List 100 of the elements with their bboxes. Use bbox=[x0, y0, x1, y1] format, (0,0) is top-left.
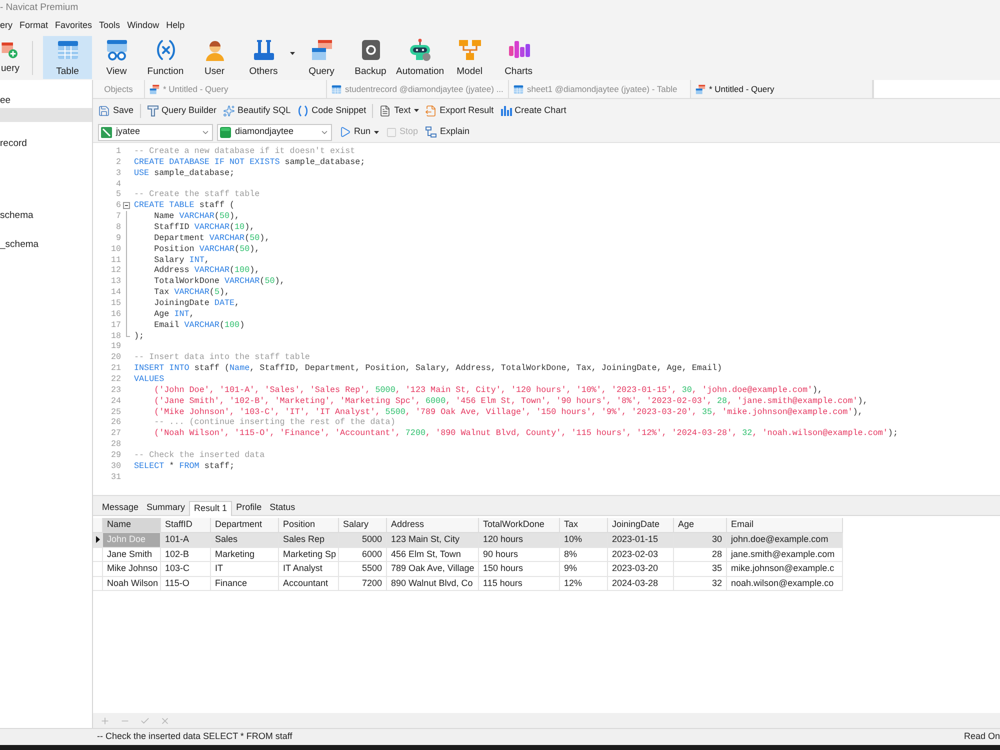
menu-item[interactable]: Help bbox=[166, 19, 185, 33]
result-tab[interactable]: Status bbox=[266, 500, 300, 515]
table-row[interactable]: Jane Smith 102-B Marketing Marketing Sp 6000 456 Elm St, Town 90 hours 8% 2023-02-03 28 jane.smith@example.com bbox=[93, 548, 843, 562]
line-number: 31 bbox=[110, 472, 121, 483]
code-line: CREATE TABLE staff ( bbox=[133, 200, 235, 212]
sidebar-item[interactable]: record bbox=[0, 137, 92, 151]
code-line: INSERT INTO staff (Name, StaffID, Department, Position, Salary, Address, TotalWorkDone, Tax, JoiningDate, Age, Email) bbox=[133, 363, 722, 374]
column-header[interactable]: Name bbox=[103, 518, 161, 533]
table-row[interactable]: Mike Johnso 103-C IT IT Analyst 5500 789 Oak Ave, Village 150 hours 9% 2023-03-20 35 mike.johnson@example.c bbox=[93, 562, 843, 576]
menu-item[interactable]: Tools bbox=[99, 19, 120, 33]
window-title: - Navicat Premium bbox=[0, 1, 78, 16]
query-icon bbox=[310, 38, 334, 62]
menu-item[interactable]: ery bbox=[0, 19, 13, 33]
table-cell: 12% bbox=[560, 576, 608, 591]
check-icon bbox=[140, 716, 150, 726]
user-button[interactable]: User bbox=[190, 36, 239, 79]
code-line: Position VARCHAR(50), bbox=[153, 244, 260, 255]
table-row[interactable]: John Doe 101-A Sales Sales Rep 5000 123 Main St, City 120 hours 10% 2023-01-15 30 john.doe@example.com bbox=[93, 533, 843, 548]
column-header[interactable]: StaffID bbox=[161, 518, 211, 533]
code-line: VALUES bbox=[133, 374, 164, 385]
line-number: 24 bbox=[110, 396, 121, 407]
automation-button[interactable]: Automation bbox=[395, 36, 446, 79]
code-line: Department VARCHAR(50), bbox=[153, 232, 270, 244]
menu-item[interactable]: Favorites bbox=[55, 19, 92, 33]
snippet-button[interactable]: Code Snippet bbox=[296, 104, 366, 118]
line-number: 13 bbox=[110, 276, 121, 288]
line-number: 8 bbox=[114, 222, 121, 233]
table-cell: 115-O bbox=[161, 576, 211, 591]
column-header[interactable]: Age bbox=[674, 518, 727, 533]
code-line: JoiningDate DATE, bbox=[153, 298, 240, 309]
backup-button[interactable]: Backup bbox=[346, 36, 395, 79]
text-button[interactable]: Text bbox=[379, 104, 419, 118]
model-button[interactable]: Model bbox=[445, 36, 494, 79]
query-builder-button[interactable]: Query Builder bbox=[146, 104, 217, 118]
run-button[interactable]: Run bbox=[339, 125, 379, 139]
stop-icon bbox=[386, 126, 397, 138]
query-button[interactable]: Query bbox=[297, 36, 346, 79]
caret-icon[interactable] bbox=[414, 109, 419, 112]
line-number: 16 bbox=[110, 308, 121, 320]
table-button[interactable]: Table bbox=[43, 36, 92, 79]
sidebar-item[interactable] bbox=[0, 108, 92, 122]
line-number: 18 bbox=[110, 330, 121, 342]
result-tab[interactable]: Message bbox=[98, 500, 143, 515]
table-cell: noah.wilson@example.co bbox=[727, 576, 843, 591]
code-line: Tax VARCHAR(5), bbox=[153, 287, 230, 298]
column-header[interactable]: Email bbox=[727, 518, 843, 533]
function-button[interactable]: Function bbox=[141, 36, 190, 79]
connection-select[interactable]: jyatee bbox=[98, 124, 213, 140]
line-number: 25 bbox=[110, 406, 121, 418]
line-number: 9 bbox=[114, 232, 121, 244]
result-tab[interactable]: Summary bbox=[142, 500, 190, 515]
database-select[interactable]: diamondjaytee bbox=[217, 124, 332, 140]
column-header[interactable]: Position bbox=[279, 518, 339, 533]
column-header[interactable]: Salary bbox=[339, 518, 387, 533]
sidebar-item[interactable]: schema bbox=[0, 209, 92, 223]
status-message: -- Check the inserted data SELECT * FROM staff bbox=[97, 730, 292, 744]
code-line: ('John Doe', '101-A', 'Sales', 'Sales Rep', 5000, '123 Main St, City', '120 hours', '10%', '2023-01-15', 30, 'john.doe@example.com'), bbox=[153, 384, 823, 396]
code-line: -- Insert data into the staff table bbox=[133, 352, 310, 364]
column-header[interactable]: Address bbox=[387, 518, 479, 533]
fold-toggle-icon[interactable] bbox=[122, 202, 130, 210]
table-cell: 2024-03-28 bbox=[608, 576, 674, 591]
table-icon bbox=[513, 84, 524, 94]
code-line: SELECT * FROM staff; bbox=[133, 460, 235, 472]
sparkle-icon bbox=[222, 104, 235, 116]
document-tab[interactable]: * Untitled - Query bbox=[691, 80, 873, 98]
menu-item[interactable]: Format bbox=[20, 19, 48, 33]
charts-button[interactable]: Charts bbox=[494, 36, 544, 79]
sidebar-item[interactable]: _schema bbox=[0, 238, 92, 252]
menu-item[interactable]: Window bbox=[127, 19, 160, 33]
new-query-button[interactable]: uery bbox=[0, 36, 22, 79]
line-number: 10 bbox=[110, 244, 121, 255]
search-field[interactable] bbox=[873, 80, 1000, 98]
table-cell: Accountant bbox=[279, 576, 339, 591]
code-line: -- Check the inserted data bbox=[133, 450, 265, 461]
explain-button[interactable]: Explain bbox=[425, 125, 470, 139]
line-number: 11 bbox=[110, 254, 121, 266]
table-cell: John Doe bbox=[103, 533, 161, 548]
caret-icon[interactable] bbox=[374, 130, 379, 134]
code-line: -- Create the staff table bbox=[133, 189, 260, 200]
column-header[interactable]: Department bbox=[211, 518, 279, 533]
close-icon bbox=[160, 716, 170, 726]
result-tab[interactable]: Profile bbox=[232, 500, 266, 515]
line-number: 15 bbox=[110, 298, 121, 309]
table-icon bbox=[331, 84, 342, 94]
sidebar-item[interactable]: ee bbox=[0, 94, 92, 108]
view-button[interactable]: View bbox=[92, 36, 141, 79]
column-header[interactable]: Tax bbox=[560, 518, 608, 533]
column-header[interactable]: TotalWorkDone bbox=[479, 518, 560, 533]
line-number: 30 bbox=[110, 460, 121, 472]
chart-button[interactable]: Create Chart bbox=[500, 104, 566, 118]
others-button[interactable]: Others bbox=[239, 36, 288, 79]
caret-icon[interactable] bbox=[290, 52, 295, 55]
table-row[interactable]: Noah Wilson 115-O Finance Accountant 7200 890 Walnut Blvd, Co 115 hours 12% 2024-03-28 32 noah.wilson@example.co bbox=[93, 576, 843, 591]
line-number: 17 bbox=[110, 320, 121, 331]
export-button[interactable]: Export Result bbox=[424, 104, 494, 118]
beautify-button[interactable]: Beautify SQL bbox=[222, 104, 291, 118]
result-tab[interactable]: Result 1 bbox=[189, 501, 232, 516]
save-button[interactable]: Save bbox=[98, 104, 134, 118]
tools-icon bbox=[252, 38, 276, 62]
column-header[interactable]: JoiningDate bbox=[608, 518, 674, 533]
